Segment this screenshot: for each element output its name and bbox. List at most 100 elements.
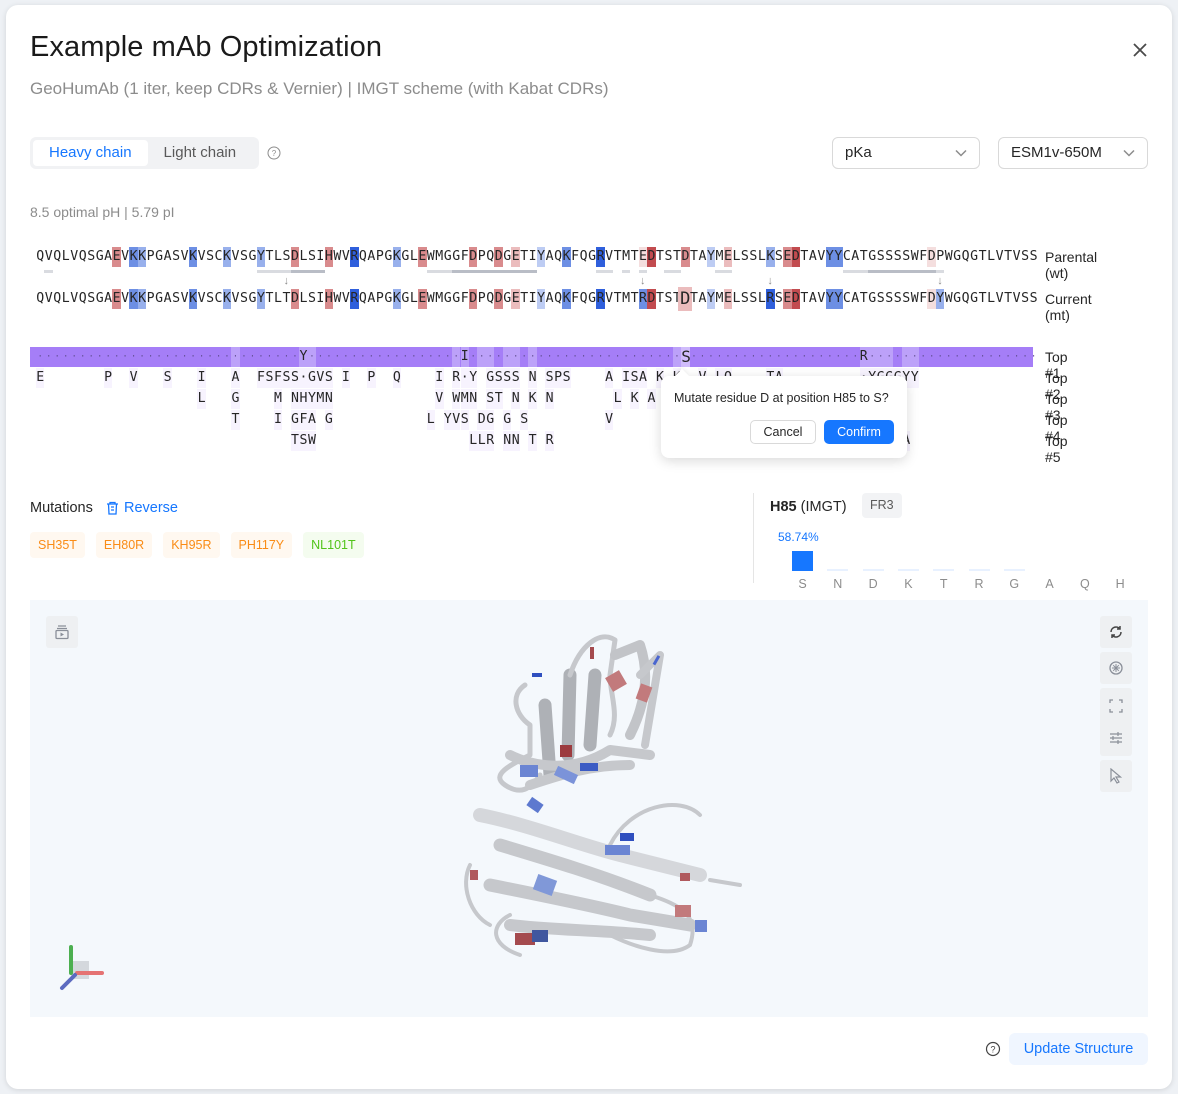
residue[interactable]: F (299, 410, 308, 430)
residue[interactable]: V (121, 289, 129, 309)
residue[interactable]: S (308, 247, 316, 267)
residue[interactable]: H (324, 289, 334, 309)
residue[interactable]: S (460, 410, 469, 430)
residue[interactable]: T (613, 289, 622, 309)
residue[interactable]: F (461, 247, 469, 267)
residue[interactable]: Y (706, 247, 716, 267)
residue[interactable]: T (860, 289, 868, 309)
residue[interactable]: V (44, 247, 53, 267)
tab-heavy-chain[interactable]: Heavy chain (33, 140, 148, 166)
residue[interactable]: G (444, 247, 452, 267)
residue[interactable]: · (647, 347, 655, 367)
residue[interactable]: E (783, 247, 792, 267)
residue[interactable]: Y (307, 389, 317, 409)
residue[interactable]: L (410, 289, 418, 309)
residue[interactable]: G (588, 247, 596, 267)
residue[interactable]: M (435, 247, 443, 267)
residue[interactable]: S (885, 247, 893, 267)
cancel-button[interactable]: Cancel (750, 420, 816, 444)
mutation-tag[interactable]: PH117Y (230, 532, 293, 558)
residue[interactable]: L (197, 389, 206, 409)
residue[interactable]: S (1021, 247, 1029, 267)
residue[interactable]: · (927, 347, 935, 367)
residue[interactable]: V (817, 247, 825, 267)
residue[interactable]: · (163, 347, 171, 367)
residue[interactable]: S (741, 289, 749, 309)
residue[interactable]: · (384, 347, 392, 367)
residue[interactable]: G (452, 247, 460, 267)
residue[interactable]: A (163, 289, 172, 309)
residue[interactable]: · (325, 347, 333, 367)
residue[interactable]: V (995, 289, 1004, 309)
residue[interactable]: S (282, 368, 291, 388)
residue[interactable]: · (248, 347, 256, 367)
residue[interactable]: P (376, 289, 384, 309)
residue[interactable]: · (104, 347, 112, 367)
residue[interactable]: T (630, 289, 639, 309)
residue[interactable]: L (987, 247, 995, 267)
residue[interactable]: C (214, 289, 223, 309)
residue[interactable]: · (460, 368, 469, 388)
residue[interactable]: L (61, 247, 70, 267)
residue[interactable]: V (1012, 289, 1021, 309)
residue[interactable]: I (316, 289, 324, 309)
residue[interactable]: E (418, 289, 427, 309)
residue[interactable]: G (503, 289, 511, 309)
residue[interactable]: F (571, 247, 579, 267)
residue[interactable]: E (112, 289, 121, 309)
residue[interactable]: S (172, 289, 180, 309)
residue[interactable]: · (613, 347, 621, 367)
play-animation-button[interactable] (46, 616, 78, 648)
residue[interactable]: A (231, 368, 240, 388)
residue[interactable]: · (146, 347, 154, 367)
close-icon[interactable] (1130, 40, 1150, 60)
mutation-tag[interactable]: EH80R (95, 532, 153, 558)
residue[interactable]: V (231, 247, 240, 267)
residue[interactable]: S (893, 289, 902, 309)
residue[interactable]: V (995, 247, 1004, 267)
residue[interactable]: · (359, 347, 367, 367)
residue[interactable]: · (851, 347, 859, 367)
residue[interactable]: · (121, 347, 129, 367)
residue[interactable]: · (1012, 347, 1020, 367)
residue[interactable]: · (995, 347, 1003, 367)
residue[interactable]: Q (961, 289, 970, 309)
select-mode-button[interactable] (1100, 760, 1132, 792)
residue[interactable]: N (511, 389, 520, 409)
residue[interactable]: M (460, 389, 469, 409)
residue[interactable]: D (927, 247, 936, 267)
residue[interactable]: G (953, 289, 961, 309)
residue[interactable]: · (282, 347, 290, 367)
residue[interactable]: M (435, 289, 443, 309)
residue[interactable]: · (44, 347, 52, 367)
residue[interactable]: I (197, 368, 206, 388)
residue[interactable]: Q (53, 289, 61, 309)
residue[interactable]: · (129, 347, 137, 367)
residue[interactable]: S (265, 368, 274, 388)
residue[interactable]: · (367, 347, 375, 367)
residue[interactable]: N (511, 431, 520, 451)
residue[interactable]: G (868, 289, 876, 309)
residue[interactable]: · (1004, 347, 1012, 367)
residue[interactable]: I (621, 368, 631, 388)
residue[interactable]: S (545, 368, 554, 388)
distribution-bar[interactable] (862, 569, 884, 571)
residue[interactable]: · (630, 347, 638, 367)
residue[interactable]: · (961, 347, 969, 367)
residue[interactable]: V (197, 247, 206, 267)
residue[interactable]: V (435, 389, 444, 409)
residue[interactable]: V (129, 368, 138, 388)
residue[interactable]: A (647, 389, 656, 409)
residue[interactable]: Q (486, 289, 494, 309)
residue[interactable]: · (596, 347, 604, 367)
distribution-bar[interactable] (1003, 569, 1025, 571)
residue[interactable]: M (273, 389, 283, 409)
residue[interactable]: R (545, 431, 554, 451)
residue[interactable]: D (647, 247, 656, 267)
residue[interactable]: S (1029, 289, 1038, 309)
residue[interactable]: · (749, 347, 757, 367)
residue[interactable]: · (112, 347, 120, 367)
residue[interactable]: P (146, 289, 155, 309)
residue[interactable]: Y (935, 289, 945, 309)
residue[interactable]: D (791, 289, 801, 309)
